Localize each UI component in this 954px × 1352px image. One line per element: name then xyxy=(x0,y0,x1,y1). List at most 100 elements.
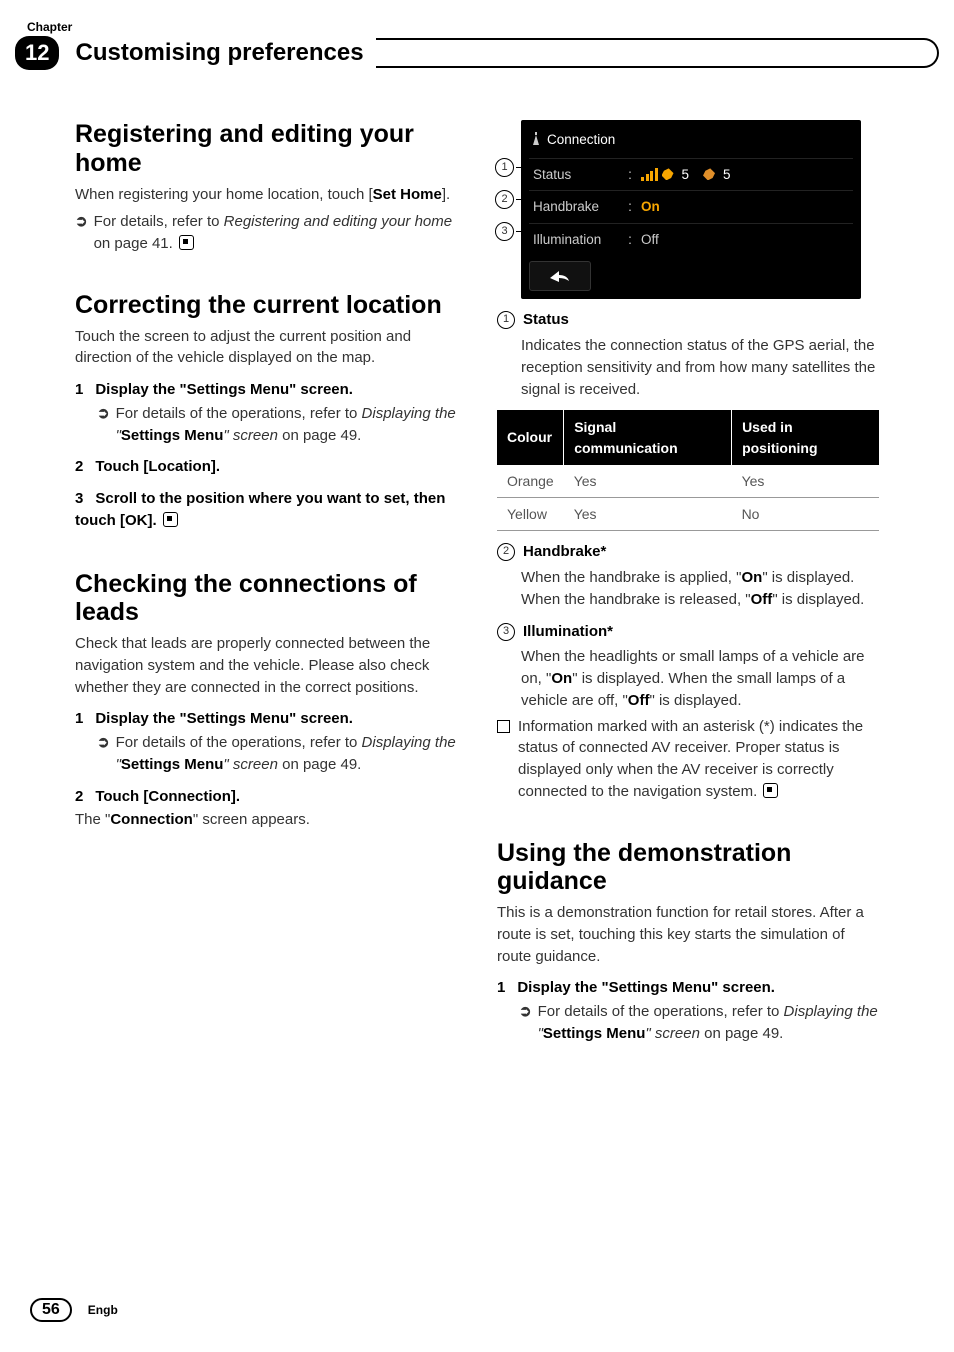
note-bullet-icon xyxy=(497,720,510,733)
reference-title: Settings Menu xyxy=(121,756,224,773)
chapter-number-badge: 12 xyxy=(15,36,59,70)
step-text: Display the "Settings Menu" screen. xyxy=(95,381,353,398)
step-text: Touch [Location]. xyxy=(95,458,220,475)
cross-reference: ➲ For details of the operations, refer t… xyxy=(97,732,457,776)
instruction-step: 3Scroll to the position where you want t… xyxy=(75,488,457,532)
text: " screen appears. xyxy=(193,811,310,828)
screen-title: Connection xyxy=(529,126,853,158)
reference-title: " screen xyxy=(223,756,278,773)
ui-label: On xyxy=(551,670,572,687)
text: on page 49. xyxy=(278,427,361,444)
text: For details of the operations, refer to xyxy=(538,1003,784,1020)
right-column: 1 2 3 Connection Status : 5 xyxy=(497,120,879,1045)
instruction-step: 1Display the "Settings Menu" screen. xyxy=(497,977,879,999)
section-end-icon xyxy=(163,512,178,527)
legend-status: 1 Status xyxy=(497,309,879,331)
body-text: The "Connection" screen appears. xyxy=(75,809,457,831)
signal-table: Colour Signal communication Used in posi… xyxy=(497,410,879,531)
colon: : xyxy=(623,165,637,185)
callout-2: 2 xyxy=(495,190,534,209)
callout-number: 2 xyxy=(495,190,514,209)
reference-title: Registering and editing your home xyxy=(224,213,452,230)
ui-label: Off xyxy=(628,692,650,709)
section-end-icon xyxy=(179,235,194,250)
satellite-count: 5 xyxy=(723,165,731,185)
back-arrow-icon xyxy=(547,267,573,285)
legend-title: Handbrake* xyxy=(523,541,606,563)
arrow-icon: ➲ xyxy=(75,211,88,233)
table-header: Colour xyxy=(497,410,564,465)
arrow-icon: ➲ xyxy=(97,732,110,754)
legend-illumination: 3 Illumination* xyxy=(497,621,879,643)
reference-title: Settings Menu xyxy=(543,1025,646,1042)
callout-3: 3 xyxy=(495,222,534,241)
xref-text: For details of the operations, refer to … xyxy=(538,1001,879,1045)
colon: : xyxy=(623,197,637,217)
legend-body: When the headlights or small lamps of a … xyxy=(521,646,879,711)
illumination-row: Illumination : Off xyxy=(529,223,853,256)
step-text: Display the "Settings Menu" screen. xyxy=(517,979,775,996)
reference-title: Settings Menu xyxy=(121,427,224,444)
row-label: Status xyxy=(533,165,623,185)
table-header: Used in positioning xyxy=(732,410,879,465)
instruction-step: 2Touch [Location]. xyxy=(75,456,457,478)
asterisk-note: Information marked with an asterisk (*) … xyxy=(497,716,879,803)
step-text: Touch [Connection]. xyxy=(95,788,240,805)
callout-number: 3 xyxy=(495,222,514,241)
text: For details, refer to xyxy=(94,213,224,230)
step-text: Scroll to the position where you want to… xyxy=(75,490,445,529)
instruction-step: 1 Display the "Settings Menu" screen. xyxy=(75,708,457,730)
legend-title: Illumination* xyxy=(523,621,613,643)
text: on page 49. xyxy=(278,756,361,773)
page-number: 56 xyxy=(30,1298,72,1322)
callout-number: 1 xyxy=(495,158,514,177)
section-correcting-location: Correcting the current location xyxy=(75,291,457,320)
step-text: Display the "Settings Menu" screen. xyxy=(95,710,353,727)
text: When the handbrake is applied, " xyxy=(521,569,741,586)
chapter-header: 12 Customising preferences xyxy=(15,36,939,70)
page-footer: 56 Engb xyxy=(30,1298,118,1322)
body-text: Touch the screen to adjust the current p… xyxy=(75,326,457,370)
text: " is displayed. xyxy=(772,591,864,608)
legend-number: 2 xyxy=(497,543,515,561)
step-number: 1 xyxy=(75,381,83,398)
connection-screen: Connection Status : 5 5 xyxy=(521,120,861,299)
legend-body: Indicates the connection status of the G… xyxy=(521,335,879,400)
body-text: This is a demonstration function for ret… xyxy=(497,902,879,967)
legend-handbrake: 2 Handbrake* xyxy=(497,541,879,563)
xref-text: For details of the operations, refer to … xyxy=(116,403,457,447)
arrow-icon: ➲ xyxy=(519,1001,532,1023)
table-cell: Orange xyxy=(497,465,564,498)
satellite-count: 5 xyxy=(682,165,690,185)
status-row: Status : 5 5 xyxy=(529,158,853,191)
table-cell: No xyxy=(732,498,879,531)
callout-1: 1 xyxy=(495,158,534,177)
row-label: Illumination xyxy=(533,230,623,250)
legend-number: 1 xyxy=(497,311,515,329)
section-demonstration-guidance: Using the demonstration guidance xyxy=(497,839,879,897)
table-cell: Yes xyxy=(732,465,879,498)
section-checking-connections: Checking the connections of leads xyxy=(75,570,457,628)
section-end-icon xyxy=(763,783,778,798)
instruction-step: 1 Display the "Settings Menu" screen. xyxy=(75,379,457,401)
colon: : xyxy=(623,230,637,250)
text: on page 49. xyxy=(700,1025,783,1042)
step-number: 1 xyxy=(75,710,83,727)
xref-text: For details of the operations, refer to … xyxy=(116,732,457,776)
arrow-icon: ➲ xyxy=(97,403,110,425)
xref-text: For details, refer to Registering and ed… xyxy=(94,211,457,255)
text: For details of the operations, refer to xyxy=(116,734,362,751)
signal-bars-icon xyxy=(641,168,658,181)
device-screenshot: 1 2 3 Connection Status : 5 xyxy=(521,120,879,299)
legend-title: Status xyxy=(523,309,569,331)
cross-reference: ➲ For details, refer to Registering and … xyxy=(75,211,457,255)
ui-label: Off xyxy=(751,591,773,608)
table-row: Yellow Yes No xyxy=(497,498,879,531)
satellite-icon xyxy=(703,168,715,180)
back-button[interactable] xyxy=(529,261,591,291)
text: The " xyxy=(75,811,110,828)
text: ]. xyxy=(442,186,450,203)
reference-title: " screen xyxy=(223,427,278,444)
left-column: Registering and editing your home When r… xyxy=(75,120,457,1045)
chapter-label: Chapter xyxy=(27,20,879,34)
